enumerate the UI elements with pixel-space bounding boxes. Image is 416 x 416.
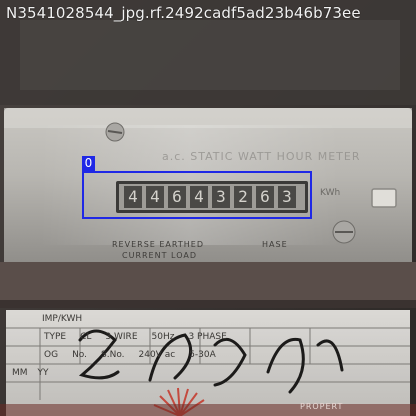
- plate-cell: YY: [37, 368, 49, 378]
- plate-cell: MM: [12, 368, 28, 378]
- indicator-window: [371, 188, 397, 208]
- plate-cell: No.: [72, 350, 88, 360]
- plate-cell: OG: [44, 350, 59, 360]
- plate-row-1: IMP/KWH: [42, 314, 83, 324]
- under-text-1: REVERSE EARTHED: [112, 240, 204, 249]
- plate-cell: TYPE: [44, 332, 67, 342]
- plate-cell: CL: [80, 332, 92, 342]
- plate-row-2: TYPE CL 3 WIRE 50Hz 3 PHASE: [44, 332, 227, 342]
- meter-photo: a.c. STATIC WATT HOUR METER KWh 4 4 6 4 …: [0, 0, 416, 416]
- unit-label: KWh: [320, 188, 341, 198]
- plate-cell: 240V ac: [138, 350, 176, 360]
- plate-cell: 3 PHASE: [188, 332, 227, 342]
- meter-header-text: a.c. STATIC WATT HOUR METER: [162, 150, 361, 163]
- plate-footer: PROPERT: [300, 402, 344, 411]
- plate-row-4: MM YY: [12, 368, 49, 378]
- bounding-box: [82, 171, 312, 219]
- plate-cell: 3 WIRE: [105, 332, 138, 342]
- side-text: HASE: [262, 240, 288, 249]
- screw-icon: [332, 220, 356, 244]
- plate-cell: 50Hz: [151, 332, 175, 342]
- under-text-2: CURRENT LOAD: [122, 251, 197, 260]
- plate-cell: S.No.: [101, 350, 125, 360]
- screw-icon: [105, 122, 125, 142]
- filename-label: N3541028544_jpg.rf.2492cadf5ad23b46b73ee: [6, 4, 361, 22]
- meter-band: [0, 262, 416, 306]
- plate-row-3: OG No. S.No. 240V ac 5-30A: [44, 350, 216, 360]
- plate-cell: 5-30A: [189, 350, 216, 360]
- class-label: 0: [82, 156, 95, 171]
